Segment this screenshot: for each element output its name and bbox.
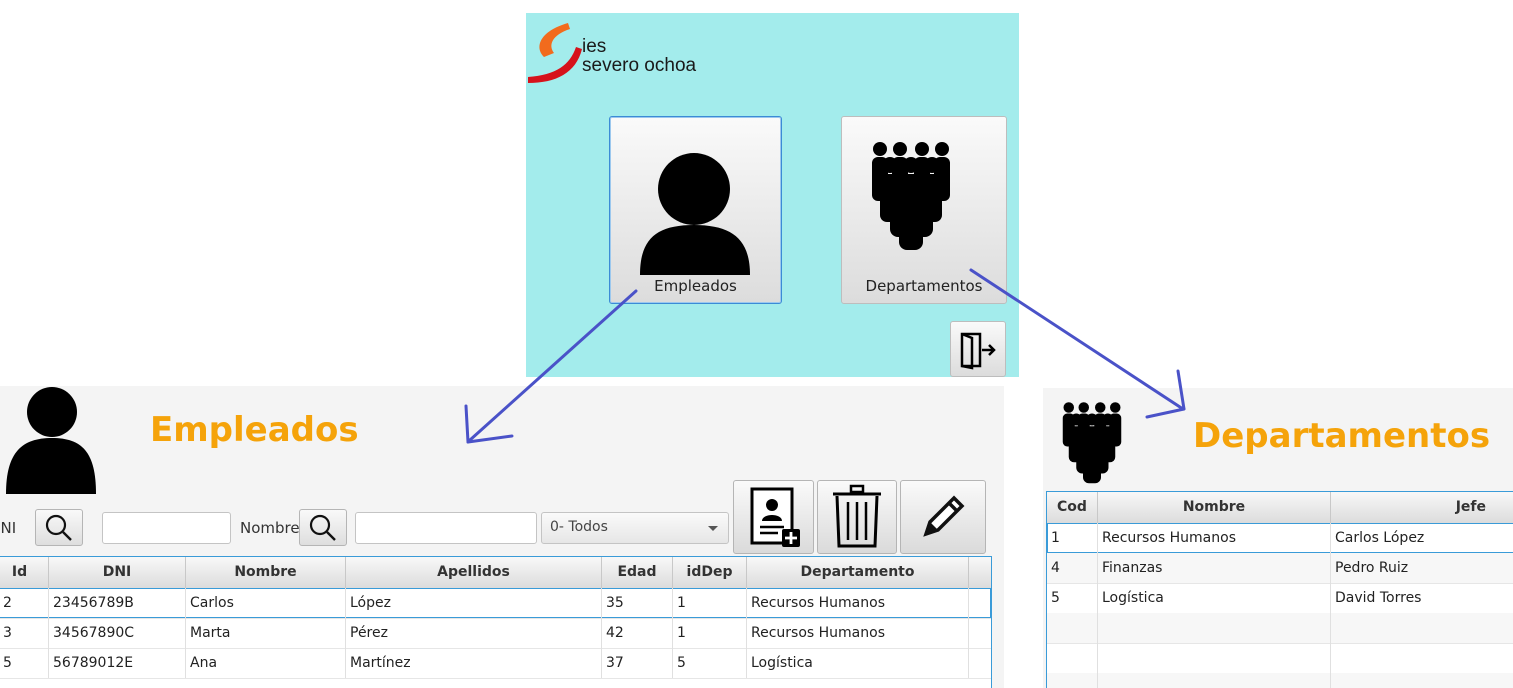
cell-age: 35 [602,588,673,618]
pencil-icon [923,495,965,537]
column-header[interactable]: Nombre [186,557,346,588]
add-contact-icon [750,487,800,547]
cell-id: 5 [0,648,49,678]
column-header[interactable]: idDep [673,557,747,588]
cell-age: 37 [602,648,673,678]
departments-button[interactable]: Departamentos [841,116,1007,304]
empty-cell [1047,643,1098,673]
name-label: Nombre [240,519,300,537]
cell-code: 4 [1047,553,1098,583]
table-header: Cod Nombre Jefe [1047,492,1513,524]
department-filter-select[interactable]: 0- Todos [541,512,729,544]
cell-boss: Carlos López [1331,523,1513,553]
departments-table[interactable]: Cod Nombre Jefe 1 Recursos Humanos Carlo… [1046,491,1513,688]
empty-cell [1098,613,1331,643]
cell-name: Recursos Humanos [1098,523,1331,553]
person-icon [6,387,96,494]
table-row[interactable]: 3 34567890C Marta Pérez 42 1 Recursos Hu… [0,618,991,649]
cell-name: Marta [186,618,346,648]
search-icon [309,514,336,541]
departments-title: Departamentos [1193,416,1491,456]
cell-id: 2 [0,588,49,618]
cell-iddep: 1 [673,618,747,648]
cell-age: 42 [602,618,673,648]
employees-table[interactable]: Id DNI Nombre Apellidos Edad idDep Depar… [0,556,992,688]
main-menu-window: ies severo ochoa Empleados Departamentos [526,13,1019,377]
cell-name: Logística [1098,583,1331,613]
cell-code: 1 [1047,523,1098,553]
group-icon [1062,402,1122,484]
empty-cell [1098,643,1331,673]
employees-window: Empleados DNI Nombre 0- Todos [0,386,1004,688]
add-employee-button[interactable] [733,480,814,554]
employees-title: Empleados [150,410,359,450]
dni-input[interactable] [102,512,231,544]
empty-cell [1047,673,1098,688]
cell-surname: Pérez [346,618,602,648]
person-icon [640,153,750,275]
table-row[interactable]: 5 56789012E Ana Martínez 37 5 Logística [0,648,991,679]
table-row[interactable]: 1 Recursos Humanos Carlos López [1047,523,1513,554]
cell-name: Ana [186,648,346,678]
cell-surname: Martínez [346,648,602,678]
trash-icon [833,484,881,548]
exit-button[interactable] [950,321,1006,377]
cell-department: Logística [747,648,969,678]
name-input[interactable] [355,512,537,544]
employees-button-label: Empleados [654,277,737,295]
empty-cell [1098,673,1331,688]
column-header[interactable]: Departamento [747,557,969,588]
ies-logo [528,23,582,83]
employees-button[interactable]: Empleados [609,116,782,304]
table-header: Id DNI Nombre Apellidos Edad idDep Depar… [0,557,991,589]
column-header[interactable]: Cod [1047,492,1098,523]
cell-surname: López [346,588,602,618]
cell-name: Carlos [186,588,346,618]
departments-window: Departamentos Cod Nombre Jefe 1 Recursos… [1043,388,1513,688]
cell-iddep: 5 [673,648,747,678]
cell-department: Recursos Humanos [747,618,969,648]
logo-line-1: ies [582,36,607,57]
column-header[interactable]: Nombre [1098,492,1331,523]
dni-search-button[interactable] [35,509,83,546]
column-header[interactable]: Id [0,557,49,588]
table-row[interactable]: 5 Logística David Torres [1047,583,1513,614]
edit-employee-button[interactable] [900,480,986,554]
table-row[interactable]: 4 Finanzas Pedro Ruiz [1047,553,1513,584]
search-icon [45,514,72,541]
column-header[interactable]: Jefe [1331,492,1513,523]
cell-dni: 23456789B [49,588,186,618]
cell-id: 3 [0,618,49,648]
cell-department: Recursos Humanos [747,588,969,618]
column-header[interactable]: Edad [602,557,673,588]
column-header[interactable]: Apellidos [346,557,602,588]
cell-dni: 56789012E [49,648,186,678]
cell-iddep: 1 [673,588,747,618]
table-row[interactable]: 2 23456789B Carlos López 35 1 Recursos H… [0,588,991,619]
empty-cell [1047,613,1098,643]
logo-line-2: severo ochoa [582,55,697,76]
column-header[interactable]: DNI [49,557,186,588]
departments-button-label: Departamentos [865,277,983,295]
cell-boss: Pedro Ruiz [1331,553,1513,583]
chevron-down-icon [708,526,718,531]
table-row-empty [1047,613,1513,644]
table-row-empty [1047,673,1513,688]
exit-door-icon [960,332,996,370]
cell-name: Finanzas [1098,553,1331,583]
logo-text: ies severo ochoa [582,37,696,75]
name-search-button[interactable] [299,509,347,546]
cell-code: 5 [1047,583,1098,613]
group-icon [872,142,950,250]
cell-dni: 34567890C [49,618,186,648]
table-row-empty [1047,643,1513,674]
delete-employee-button[interactable] [817,480,897,554]
cell-boss: David Torres [1331,583,1513,613]
dni-label: DNI [0,519,17,537]
department-filter-value: 0- Todos [550,519,608,535]
